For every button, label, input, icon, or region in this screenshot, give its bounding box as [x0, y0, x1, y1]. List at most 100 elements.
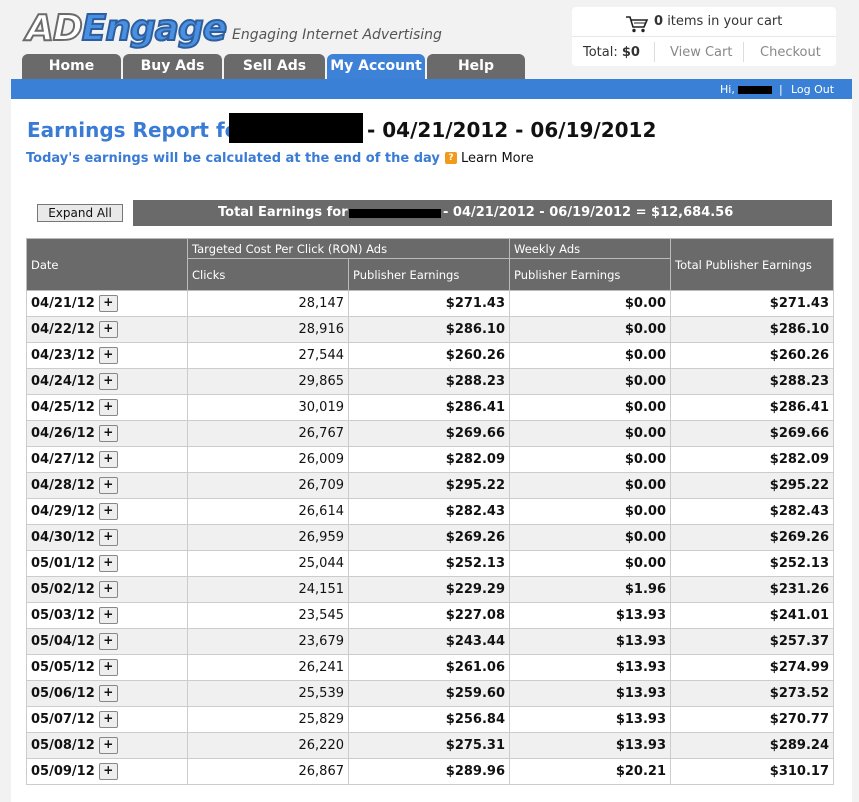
tab-my-account[interactable]: My Account	[327, 54, 425, 79]
cell-cpc-earnings: $289.96	[347, 758, 511, 785]
table-row: 04/23/12 +27,544 $260.26 $0.00 $260.26	[26, 342, 835, 369]
shopping-cart-icon	[625, 15, 649, 37]
expand-row-button[interactable]: +	[98, 633, 118, 650]
total-earnings-label: Total Earnings for	[218, 205, 348, 220]
cell-weekly-earnings: $0.00	[509, 524, 672, 551]
table-row: 04/25/12 +30,019 $286.41 $0.00 $286.41	[26, 394, 835, 421]
tab-sell-ads[interactable]: Sell Ads	[224, 54, 325, 79]
header-cpc-publisher-earnings[interactable]: Publisher Earnings	[347, 258, 511, 291]
header-weekly-publisher-earnings[interactable]: Publisher Earnings	[509, 258, 672, 291]
cell-weekly-earnings: $0.00	[509, 472, 672, 499]
cell-clicks: 28,147	[187, 290, 349, 317]
expand-row-button[interactable]: +	[98, 373, 118, 390]
expand-row-button[interactable]: +	[98, 347, 118, 364]
cell-total-earnings: $273.52	[670, 680, 835, 707]
row-date: 04/23/12	[31, 348, 95, 363]
cell-clicks: 26,867	[187, 758, 349, 785]
table-row: 04/30/12 +26,959 $269.26 $0.00 $269.26	[26, 524, 835, 551]
expand-row-button[interactable]: +	[98, 451, 118, 468]
cell-date: 04/28/12 +	[26, 472, 188, 499]
row-date: 04/21/12	[31, 296, 95, 311]
cart-separator	[654, 42, 655, 62]
header-date[interactable]: Date	[26, 238, 188, 291]
cell-date: 05/04/12 +	[26, 628, 188, 655]
cell-clicks: 25,539	[187, 680, 349, 707]
expand-row-button[interactable]: +	[98, 581, 118, 598]
expand-row-button[interactable]: +	[98, 321, 118, 338]
logo-ad-text: AD	[25, 7, 84, 50]
cell-cpc-earnings: $259.60	[347, 680, 511, 707]
row-date: 04/27/12	[31, 452, 95, 467]
view-cart-link[interactable]: View Cart	[670, 45, 732, 60]
table-row: 05/09/12 +26,867 $289.96 $20.21 $310.17	[26, 758, 835, 785]
expand-row-button[interactable]: +	[98, 607, 118, 624]
cart-total: Total: $0	[583, 45, 640, 60]
cell-cpc-earnings: $271.43	[347, 290, 511, 317]
logout-link[interactable]: Log Out	[791, 83, 834, 96]
cell-date: 05/03/12 +	[26, 602, 188, 629]
cell-weekly-earnings: $13.93	[509, 628, 672, 655]
cell-date: 05/07/12 +	[26, 706, 188, 733]
expand-row-button[interactable]: +	[98, 399, 118, 416]
main-content: Earnings Report for - 04/21/2012 - 06/19…	[11, 99, 852, 802]
row-date: 05/05/12	[31, 660, 95, 675]
cell-date: 04/27/12 +	[26, 446, 188, 473]
page-title: Earnings Report for	[27, 118, 249, 142]
expand-row-button[interactable]: +	[98, 685, 118, 702]
expand-row-button[interactable]: +	[98, 763, 118, 780]
expand-row-button[interactable]: +	[98, 425, 118, 442]
cell-cpc-earnings: $269.66	[347, 420, 511, 447]
expand-row-button[interactable]: +	[98, 555, 118, 572]
cell-clicks: 23,679	[187, 628, 349, 655]
header-total-earnings[interactable]: Total Publisher Earnings	[670, 238, 835, 291]
row-date: 05/02/12	[31, 582, 95, 597]
expand-row-button[interactable]: +	[98, 503, 118, 520]
checkout-link[interactable]: Checkout	[760, 45, 821, 60]
tab-home[interactable]: Home	[22, 54, 121, 79]
expand-row-button[interactable]: +	[98, 477, 118, 494]
cell-weekly-earnings: $13.93	[509, 602, 672, 629]
cart-count-text: 0 items in your cart	[654, 14, 782, 29]
learn-more-link[interactable]: Learn More	[461, 151, 534, 166]
help-icon[interactable]: ?	[445, 152, 457, 164]
cell-cpc-earnings: $261.06	[347, 654, 511, 681]
cell-cpc-earnings: $286.41	[347, 394, 511, 421]
cell-date: 05/02/12 +	[26, 576, 188, 603]
tab-buy-ads[interactable]: Buy Ads	[123, 54, 222, 79]
cell-cpc-earnings: $252.13	[347, 550, 511, 577]
expand-all-button[interactable]: Expand All	[37, 204, 123, 222]
expand-row-button[interactable]: +	[98, 711, 118, 728]
cell-date: 05/01/12 +	[26, 550, 188, 577]
table-row: 05/03/12 +23,545 $227.08 $13.93 $241.01	[26, 602, 835, 629]
cell-total-earnings: $269.66	[670, 420, 835, 447]
adengage-logo[interactable]: ADEngage	[25, 7, 228, 50]
tab-help[interactable]: Help	[427, 54, 525, 79]
cart-widget: 0 items in your cart Total: $0 View Cart…	[572, 7, 836, 66]
page-title-range: - 04/21/2012 - 06/19/2012	[367, 118, 657, 142]
cell-weekly-earnings: $13.93	[509, 654, 672, 681]
table-row: 05/05/12 +26,241 $261.06 $13.93 $274.99	[26, 654, 835, 681]
cell-total-earnings: $270.77	[670, 706, 835, 733]
row-date: 04/29/12	[31, 504, 95, 519]
header-weekly-group: Weekly Ads	[509, 238, 672, 259]
table-row: 04/21/12 +28,147 $271.43 $0.00 $271.43	[26, 290, 835, 317]
expand-row-button[interactable]: +	[98, 529, 118, 546]
cell-date: 04/26/12 +	[26, 420, 188, 447]
earnings-table: Date Targeted Cost Per Click (RON) Ads W…	[26, 238, 835, 785]
cell-weekly-earnings: $0.00	[509, 316, 672, 343]
cell-weekly-earnings: $0.00	[509, 368, 672, 395]
expand-row-button[interactable]: +	[98, 737, 118, 754]
cell-cpc-earnings: $269.26	[347, 524, 511, 551]
expand-row-button[interactable]: +	[98, 659, 118, 676]
cell-clicks: 25,829	[187, 706, 349, 733]
cell-cpc-earnings: $275.31	[347, 732, 511, 759]
cell-clicks: 26,009	[187, 446, 349, 473]
expand-row-button[interactable]: +	[98, 295, 118, 312]
cell-clicks: 29,865	[187, 368, 349, 395]
cell-weekly-earnings: $0.00	[509, 290, 672, 317]
header-clicks[interactable]: Clicks	[187, 258, 349, 291]
cell-clicks: 26,241	[187, 654, 349, 681]
table-row: 05/07/12 +25,829 $256.84 $13.93 $270.77	[26, 706, 835, 733]
table-row: 05/02/12 +24,151 $229.29 $1.96 $231.26	[26, 576, 835, 603]
cell-clicks: 24,151	[187, 576, 349, 603]
